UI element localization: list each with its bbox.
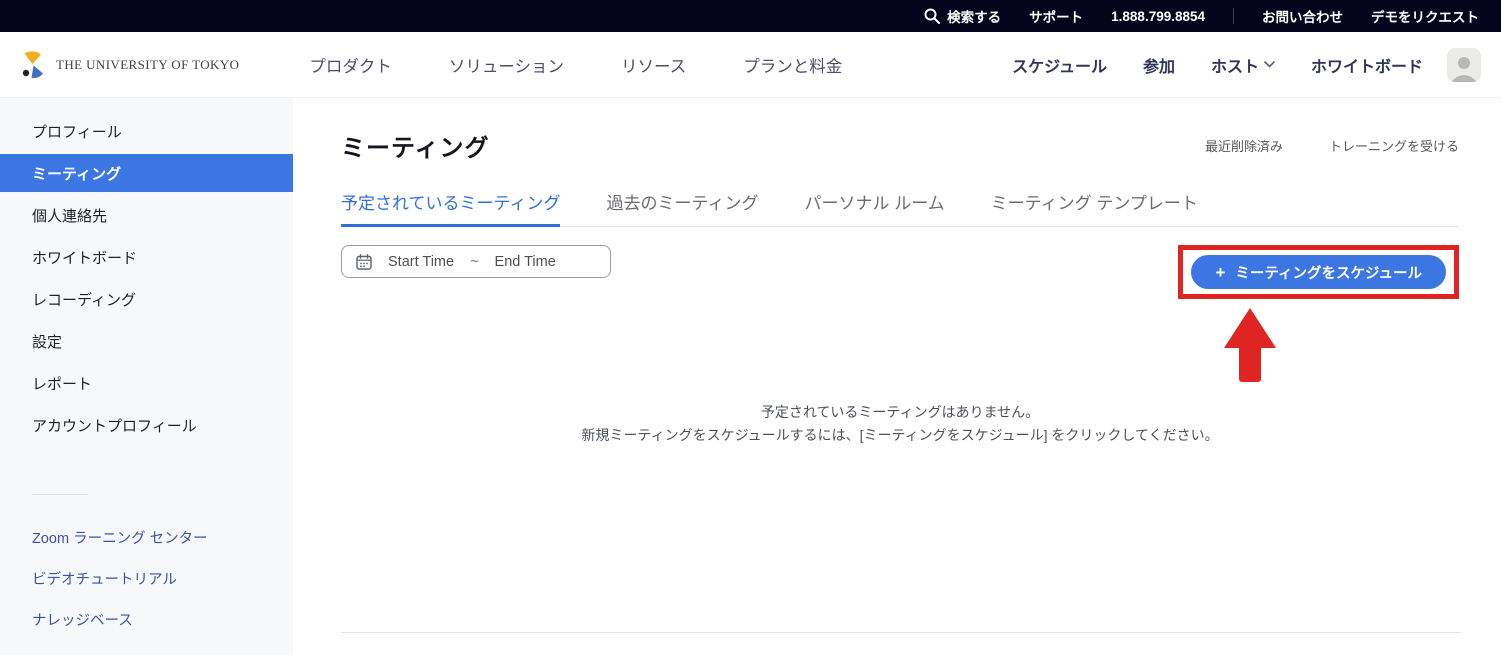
- nav-resources[interactable]: リソース: [621, 53, 686, 77]
- logo-wordmark: The University of Tokyo: [56, 57, 239, 73]
- search-label: 検索する: [947, 6, 1001, 26]
- date-range-picker[interactable]: Start Time ~ End Time: [341, 245, 611, 278]
- tab-meeting-templates[interactable]: ミーティング テンプレート: [991, 189, 1198, 227]
- link-knowledge-base[interactable]: ナレッジベース: [0, 599, 293, 640]
- recently-deleted-link[interactable]: 最近削除済み: [1205, 136, 1283, 155]
- plus-icon: +: [1215, 264, 1225, 281]
- person-icon: [1447, 56, 1481, 82]
- phone-number[interactable]: 1.888.799.8854: [1111, 9, 1205, 24]
- sidebar-item-reports[interactable]: レポート: [0, 362, 293, 404]
- account-nav: スケジュール 参加 ホスト ホワイトボード: [1012, 53, 1423, 77]
- search-icon: [924, 8, 940, 24]
- calendar-icon: [356, 254, 372, 270]
- topbar-divider: [1233, 8, 1234, 24]
- nav-join[interactable]: 参加: [1143, 53, 1175, 77]
- utility-topbar: 検索する サポート 1.888.799.8854 お問い合わせ デモをリクエスト: [0, 0, 1501, 32]
- empty-state-message: 予定されているミーティングはありません。 新規ミーティングをスケジュールするには…: [341, 401, 1459, 447]
- meetings-page: ミーティング 最近削除済み トレーニングを受ける 予定されているミーティング 過…: [293, 98, 1501, 655]
- user-avatar[interactable]: [1447, 48, 1481, 82]
- settings-sidebar: プロフィール ミーティング 個人連絡先 ホワイトボード レコーディング 設定 レ…: [0, 98, 293, 655]
- university-of-tokyo-logo[interactable]: The University of Tokyo: [18, 50, 239, 80]
- main-header: The University of Tokyo プロダクト ソリューション リソ…: [0, 32, 1501, 98]
- link-zoom-learning-center[interactable]: Zoom ラーニング センター: [0, 517, 293, 558]
- link-video-tutorials[interactable]: ビデオチュートリアル: [0, 558, 293, 599]
- sidebar-item-meetings[interactable]: ミーティング: [0, 154, 293, 192]
- tab-upcoming-meetings[interactable]: 予定されているミーティング: [341, 189, 560, 227]
- empty-state-line2: 新規ミーティングをスケジュールするには、[ミーティングをスケジュール] をクリッ…: [341, 424, 1459, 447]
- red-highlight-box: + ミーティングをスケジュール: [1178, 245, 1459, 299]
- request-demo-link[interactable]: デモをリクエスト: [1371, 6, 1479, 26]
- sidebar-divider: [32, 494, 88, 495]
- sidebar-item-profile[interactable]: プロフィール: [0, 110, 293, 152]
- support-link[interactable]: サポート: [1029, 6, 1083, 26]
- red-arrow-up-icon: [1224, 308, 1276, 382]
- nav-host[interactable]: ホスト: [1211, 53, 1275, 77]
- get-training-link[interactable]: トレーニングを受ける: [1329, 136, 1459, 155]
- sidebar-item-recordings[interactable]: レコーディング: [0, 278, 293, 320]
- start-time-field[interactable]: Start Time: [388, 254, 454, 270]
- sidebar-item-personal-contacts[interactable]: 個人連絡先: [0, 194, 293, 236]
- page-top-links: 最近削除済み トレーニングを受ける: [1205, 136, 1459, 155]
- nav-products[interactable]: プロダクト: [309, 53, 392, 77]
- nav-whiteboard[interactable]: ホワイトボード: [1311, 53, 1423, 77]
- nav-schedule[interactable]: スケジュール: [1012, 53, 1107, 77]
- meetings-tabs: 予定されているミーティング 過去のミーティング パーソナル ルーム ミーティング…: [341, 189, 1459, 227]
- tab-personal-room[interactable]: パーソナル ルーム: [804, 189, 944, 227]
- date-range-separator: ~: [470, 254, 478, 270]
- nav-solutions[interactable]: ソリューション: [449, 53, 564, 77]
- sidebar-item-settings[interactable]: 設定: [0, 320, 293, 362]
- contact-link[interactable]: お問い合わせ: [1262, 6, 1343, 26]
- marketing-nav: プロダクト ソリューション リソース プランと料金: [309, 53, 842, 77]
- chevron-down-icon: [1264, 61, 1275, 68]
- empty-state-line1: 予定されているミーティングはありません。: [341, 401, 1459, 424]
- schedule-meeting-button[interactable]: + ミーティングをスケジュール: [1191, 255, 1446, 289]
- sidebar-resource-links: Zoom ラーニング センター ビデオチュートリアル ナレッジベース: [0, 517, 293, 640]
- page-title: ミーティング: [341, 128, 490, 163]
- nav-plans-pricing[interactable]: プランと料金: [743, 53, 842, 77]
- tab-previous-meetings[interactable]: 過去のミーティング: [606, 189, 758, 227]
- sidebar-item-account-profile[interactable]: アカウントプロフィール: [0, 404, 293, 446]
- content-bottom-divider: [341, 632, 1461, 633]
- sidebar-item-whiteboard[interactable]: ホワイトボード: [0, 236, 293, 278]
- ginkgo-logo-icon: [18, 50, 48, 80]
- end-time-field[interactable]: End Time: [495, 254, 556, 270]
- search-link[interactable]: 検索する: [924, 6, 1001, 26]
- schedule-button-annotation: + ミーティングをスケジュール: [1178, 245, 1459, 299]
